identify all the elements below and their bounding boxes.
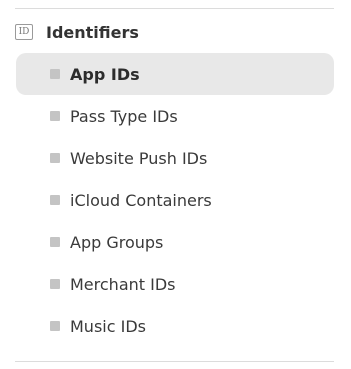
sidebar-item-music-ids[interactable]: Music IDs — [16, 305, 334, 347]
top-divider — [15, 8, 334, 9]
sidebar-item-label: Website Push IDs — [70, 148, 208, 168]
bullet-icon — [50, 153, 60, 163]
sidebar-item-label: Pass Type IDs — [70, 106, 178, 126]
id-badge-icon: ID — [15, 24, 33, 40]
sidebar-item-label: App IDs — [70, 64, 140, 84]
sidebar-item-website-push-ids[interactable]: Website Push IDs — [16, 137, 334, 179]
bottom-divider — [15, 361, 334, 362]
identifiers-nav-list: App IDs Pass Type IDs Website Push IDs i… — [16, 53, 334, 347]
sidebar-item-label: Music IDs — [70, 316, 146, 336]
sidebar-item-app-ids[interactable]: App IDs — [16, 53, 334, 95]
sidebar-item-label: iCloud Containers — [70, 190, 212, 210]
bullet-icon — [50, 237, 60, 247]
bullet-icon — [50, 195, 60, 205]
sidebar-item-app-groups[interactable]: App Groups — [16, 221, 334, 263]
bullet-icon — [50, 279, 60, 289]
sidebar-item-merchant-ids[interactable]: Merchant IDs — [16, 263, 334, 305]
identifiers-section-header: ID Identifiers — [15, 18, 139, 46]
bullet-icon — [50, 69, 60, 79]
section-title: Identifiers — [46, 22, 139, 42]
sidebar-item-icloud-containers[interactable]: iCloud Containers — [16, 179, 334, 221]
bullet-icon — [50, 111, 60, 121]
sidebar-item-label: Merchant IDs — [70, 274, 176, 294]
bullet-icon — [50, 321, 60, 331]
sidebar-item-label: App Groups — [70, 232, 164, 252]
sidebar-item-pass-type-ids[interactable]: Pass Type IDs — [16, 95, 334, 137]
